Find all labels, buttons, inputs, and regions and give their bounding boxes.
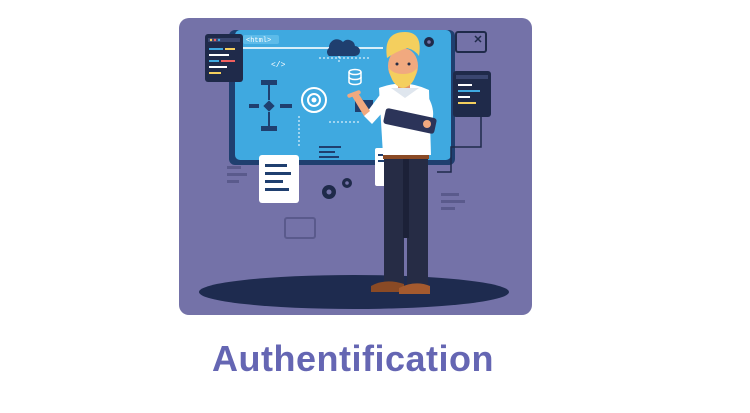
page-title: Authentification <box>212 338 494 379</box>
code-panel-right <box>453 71 491 117</box>
document-panel <box>259 155 299 203</box>
developer-illustration: <html> </> <box>179 18 532 315</box>
code-symbol-label: </> <box>271 61 286 70</box>
floor-shadow <box>199 275 509 309</box>
html-tag-label: <html> <box>246 37 271 45</box>
illustration-card: <html> </> <box>179 18 532 315</box>
code-panel-left <box>205 34 243 82</box>
